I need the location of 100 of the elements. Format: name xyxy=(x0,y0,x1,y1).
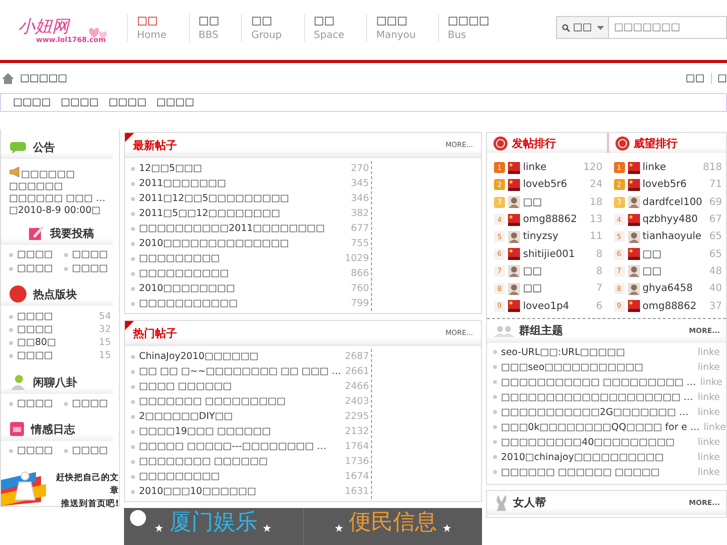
caret-icon xyxy=(597,26,604,30)
post-title[interactable]: 12□□5□□□ xyxy=(139,163,202,174)
post-title[interactable]: 2011□12□□5□□□□□□□□□ xyxy=(139,193,290,204)
nav-tab[interactable]: □□□□ Bus xyxy=(438,14,512,42)
bullet-icon xyxy=(9,448,13,452)
bullet-icon xyxy=(131,444,135,448)
topic-title[interactable]: seo-URL□□:URL□□□□□ xyxy=(501,346,625,358)
topic-title[interactable]: □□□seo□□□□□□□□□□□ xyxy=(501,362,644,373)
user-score: 48 xyxy=(709,266,722,277)
corner-mark-icon xyxy=(125,133,134,142)
nav-tab[interactable]: □□ Space xyxy=(304,14,366,42)
post-title[interactable]: □□□□□ □□□□□---□□□□□□□□ … xyxy=(139,441,326,452)
user-link[interactable]: □□ xyxy=(642,266,662,277)
megaphone-icon xyxy=(9,167,21,177)
topic-title[interactable]: 2010□chinajoy□□□□□□□□□□ xyxy=(501,452,664,463)
post-title[interactable]: □□□□□□□□□□□ xyxy=(139,298,238,309)
user-link[interactable]: linke xyxy=(523,162,546,174)
flag-avatar-icon xyxy=(508,214,520,226)
user-link[interactable]: qzbhyy480 xyxy=(642,214,698,226)
section-link[interactable]: □□□□ xyxy=(9,249,64,260)
user-link[interactable]: shitijie001 xyxy=(523,248,575,260)
post-title[interactable]: □□□□ □□□□□□ xyxy=(139,381,232,392)
notice-text[interactable]: □□□□□□ □□□□□□ □□□□□□ □□□ …□2010-8-9 00:00□ xyxy=(1,163,119,219)
user-link[interactable]: loveb5r6 xyxy=(523,179,568,190)
section-link[interactable]: □□□□ xyxy=(64,249,119,260)
topic-title[interactable]: □□□0k□□□□□□□□QQ□□□□ for e … xyxy=(501,422,700,433)
rank-medal-icon xyxy=(493,136,508,150)
user-score: 8 xyxy=(596,248,602,260)
section-link[interactable]: □□□□ xyxy=(64,398,119,409)
user-score: 69 xyxy=(709,196,722,208)
bullet-icon xyxy=(131,460,135,464)
post-title[interactable]: □□□□□□□□□ xyxy=(139,471,220,482)
header-link[interactable]: □ xyxy=(710,72,727,84)
subnav-link[interactable]: □□□□ xyxy=(60,97,99,108)
user-link[interactable]: loveo1p4 xyxy=(523,300,570,312)
section-link[interactable]: □□□□ xyxy=(9,445,64,456)
topic-title[interactable]: □□□□□□□□□□□□□□□□□□□□ … xyxy=(501,392,694,403)
subnav-link[interactable]: □□□□ xyxy=(13,97,51,108)
user-score: 67 xyxy=(709,214,722,226)
user-link[interactable]: dardfcel100 xyxy=(642,196,702,208)
bullet-icon xyxy=(131,256,135,260)
post-count: 2687 xyxy=(344,351,369,362)
board-link[interactable]: □□80□ xyxy=(17,337,56,348)
post-title[interactable]: 2011□5□□12□□□□□□□□ xyxy=(139,208,280,219)
board-link[interactable]: □□□□ xyxy=(17,324,53,335)
user-link[interactable]: □□ xyxy=(523,283,542,294)
user-link[interactable]: omg88862 xyxy=(523,214,578,226)
user-link[interactable]: □□ xyxy=(523,266,542,277)
avatar-icon xyxy=(628,265,640,278)
topic-title[interactable]: □□□□□□□□□□□ □□□□□□□□□ … xyxy=(501,376,696,388)
nav-tab[interactable]: □□ BBS xyxy=(188,14,242,42)
avatar-icon xyxy=(508,265,520,278)
user-score: 11 xyxy=(590,231,602,242)
topic-title[interactable]: □□□□□□ □□□□□□ □□□□□ xyxy=(501,466,660,478)
user-link[interactable]: □□ xyxy=(642,248,662,260)
flag-avatar-icon xyxy=(508,300,520,312)
section-link[interactable]: □□□□ xyxy=(64,445,119,456)
promo-text[interactable]: 赶快把自己的文章 推送到首页吧! xyxy=(49,472,119,511)
post-title[interactable]: 2010□□□□□□□□ xyxy=(139,283,235,294)
section-title: 热点版块 xyxy=(33,286,77,302)
post-title[interactable]: □□□□□□□□□ xyxy=(139,253,220,264)
subnav-link[interactable]: □□□□ xyxy=(108,97,146,108)
post-title[interactable]: □□□□□□□ □□□□□□□□□ xyxy=(139,396,286,407)
post-title[interactable]: ChinaJoy2010□□□□□□ xyxy=(139,351,258,362)
post-title[interactable]: □□□□19□□□ □□□□□□ xyxy=(139,426,271,437)
topic-title[interactable]: □□□□□□□□□40□□□□□□□□□ xyxy=(501,436,675,448)
flag-avatar-icon xyxy=(508,178,520,191)
bullet-icon xyxy=(64,266,68,270)
post-title[interactable]: □□□□□□□□□□2011□□□□□□□□ xyxy=(139,223,325,234)
nav-tab[interactable]: □□ Home xyxy=(127,14,189,42)
user-link[interactable]: tinyzsy xyxy=(523,231,558,242)
nav-tab[interactable]: □□ Group xyxy=(241,14,304,42)
user-link[interactable]: □□ xyxy=(523,196,542,208)
post-title[interactable]: 2011□□□□□□□ xyxy=(139,178,226,189)
header-link[interactable]: □□ xyxy=(686,72,705,84)
user-score: 6 xyxy=(596,300,602,312)
post-title[interactable]: □□ □□ □~~□□□□□□□□ □□ □□□ … xyxy=(139,366,342,377)
post-title[interactable]: □□□□□□□□ □□□□□□ xyxy=(139,456,268,467)
board-link[interactable]: □□□□ xyxy=(17,350,53,361)
post-title[interactable]: □□□□□□□□□□ xyxy=(139,268,229,279)
bullet-icon xyxy=(9,402,13,406)
post-title[interactable]: 2□□□□□□DIY□□ xyxy=(139,411,233,422)
section-link[interactable]: □□□□ xyxy=(9,398,64,409)
user-link[interactable]: linke xyxy=(642,162,666,174)
logo-title[interactable]: 小妞网 xyxy=(18,18,69,36)
search-scope-dropdown[interactable]: □□ xyxy=(556,16,609,39)
search-field[interactable]: □□□□□□□ xyxy=(609,16,727,39)
user-link[interactable]: ghya6458 xyxy=(642,283,693,294)
section-link[interactable]: □□□□ xyxy=(9,263,64,274)
section-link[interactable]: □□□□ xyxy=(64,263,119,274)
user-link[interactable]: tianhaoyule xyxy=(642,231,702,242)
post-title[interactable]: 2010□□□□□□□□□□□□□□ xyxy=(139,238,289,249)
topic-title[interactable]: □□□□□□□□□□□2G□□□□□□□ … xyxy=(501,406,688,418)
nav-tab[interactable]: □□□ Manyou xyxy=(366,14,438,42)
panel-title: 最新帖子 xyxy=(133,138,177,152)
user-link[interactable]: omg88862 xyxy=(642,300,697,312)
subnav-link[interactable]: □□□□ xyxy=(156,97,194,108)
user-link[interactable]: loveb5r6 xyxy=(642,179,687,190)
post-title[interactable]: 2010□□□10□□□□□□ xyxy=(139,486,256,497)
board-link[interactable]: □□□□ xyxy=(17,311,53,322)
